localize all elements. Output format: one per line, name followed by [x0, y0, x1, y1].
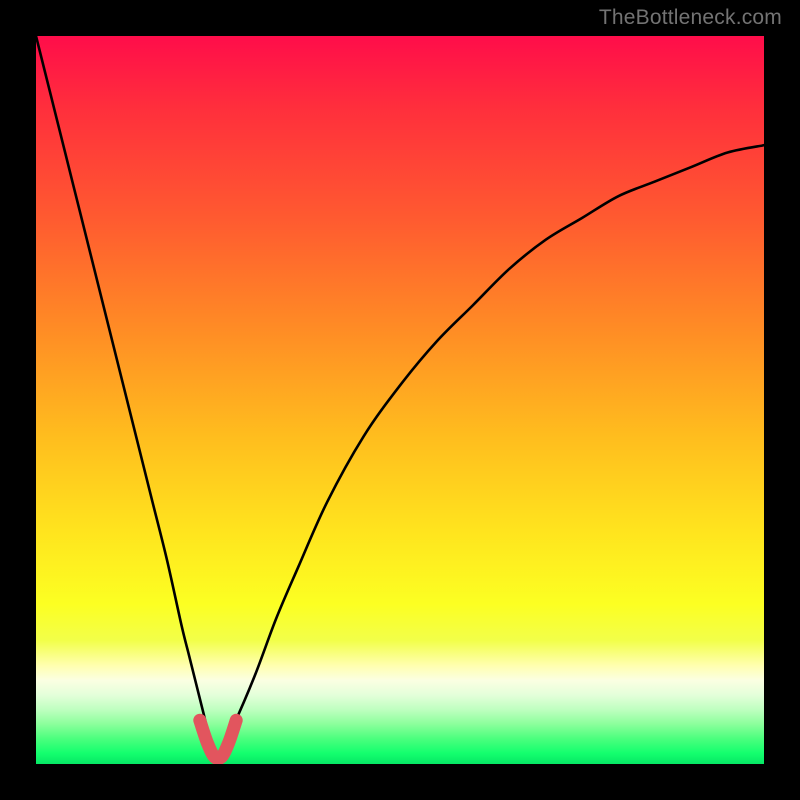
- chart-background-gradient: [36, 36, 764, 764]
- watermark-text: TheBottleneck.com: [599, 6, 782, 30]
- bottleneck-chart: [36, 36, 764, 764]
- chart-frame: [36, 36, 764, 764]
